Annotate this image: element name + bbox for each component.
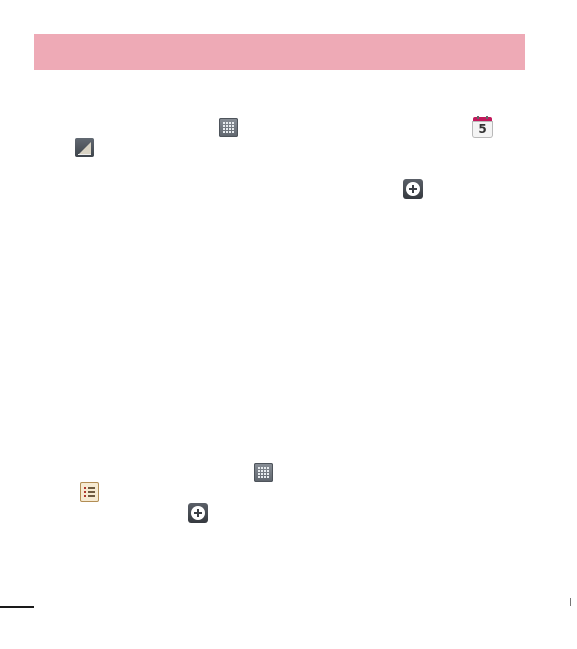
apps-grid-dot <box>223 131 225 133</box>
apps-grid-dot <box>264 473 266 475</box>
apps-grid-dot <box>258 473 260 475</box>
apps-grid-dot <box>229 125 231 127</box>
apps-grid-dot <box>229 128 231 130</box>
apps-grid-dot <box>232 122 234 124</box>
apps-grid-dot <box>232 125 234 127</box>
apps-grid-dot <box>258 476 260 478</box>
apps-grid-dot <box>267 467 269 469</box>
apps-grid-dot <box>264 470 266 472</box>
apps-grid-dot <box>226 131 228 133</box>
apps-grid-dot <box>267 473 269 475</box>
apps-grid-dot <box>232 128 234 130</box>
apps-grid-dot <box>232 131 234 133</box>
add-plus-icon <box>403 179 423 199</box>
apps-grid-dot <box>226 128 228 130</box>
apps-grid-dot <box>261 467 263 469</box>
apps-grid-dot <box>226 122 228 124</box>
apps-grid-dot <box>229 122 231 124</box>
apps-grid-dot <box>261 476 263 478</box>
apps-grid-dot <box>223 122 225 124</box>
apps-grid-dot <box>267 476 269 478</box>
page-corner-mark <box>570 598 571 606</box>
edit-icon <box>75 138 94 157</box>
apps-grid-dot <box>258 467 260 469</box>
apps-grid-dot <box>223 128 225 130</box>
apps-grid-icon <box>219 118 238 137</box>
apps-grid-icon-2 <box>254 463 273 482</box>
footer-rule <box>0 606 34 608</box>
tasks-checklist-icon <box>80 482 99 502</box>
apps-grid-dot <box>261 470 263 472</box>
apps-grid-dot <box>258 470 260 472</box>
apps-grid-dot <box>264 476 266 478</box>
apps-grid-dot <box>226 125 228 127</box>
calendar-day-number: 5 <box>478 122 487 136</box>
apps-grid-dot <box>264 467 266 469</box>
add-plus-icon-2 <box>188 503 208 523</box>
section-header-bar <box>34 34 525 70</box>
apps-grid-dot <box>261 473 263 475</box>
apps-grid-dot <box>223 125 225 127</box>
apps-grid-dot <box>229 131 231 133</box>
apps-grid-dot <box>267 470 269 472</box>
calendar-icon: 5 <box>472 116 493 138</box>
